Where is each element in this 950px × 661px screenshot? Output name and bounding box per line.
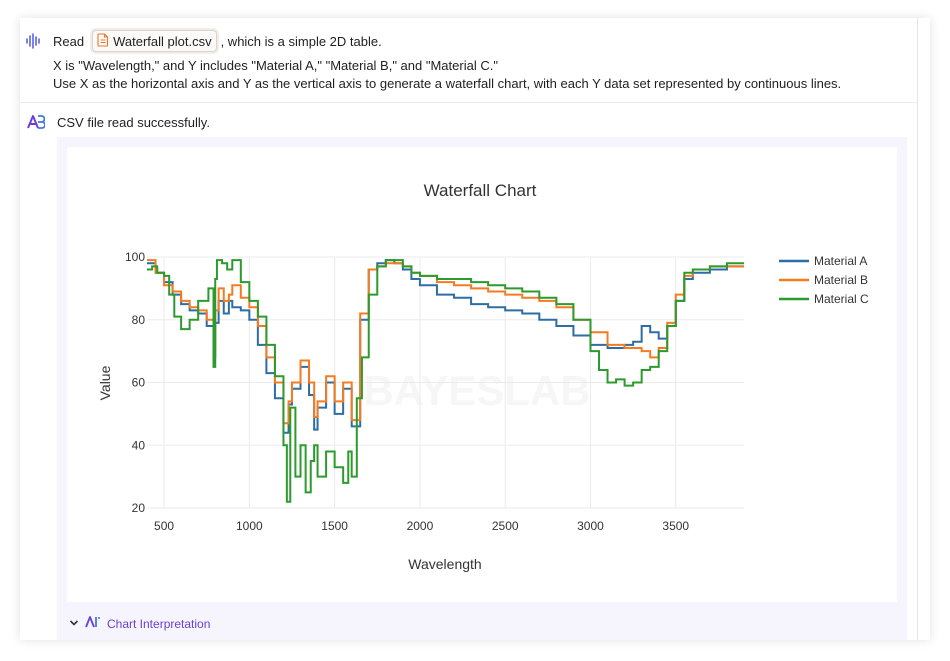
interpretation-label: Chart Interpretation	[107, 616, 211, 631]
y-tick-label: 40	[132, 438, 146, 452]
legend-item[interactable]: Material C	[779, 292, 869, 306]
x-tick-label: 1500	[321, 519, 348, 533]
x-tick-label: 1000	[236, 519, 263, 533]
read-suffix: , which is a simple 2D table.	[220, 33, 382, 49]
chart-area: BAYESLAB 500 1000 1500 2000 2500 3000 3500 20 40…	[67, 147, 897, 602]
assistant-status: CSV file read successfully.	[57, 115, 210, 130]
chart-title: Waterfall Chart	[424, 181, 537, 200]
read-prefix: Read	[53, 33, 85, 49]
y-axis-label: Value	[97, 365, 113, 400]
message-line-2: X is "Wavelength," and Y includes "Mater…	[53, 58, 498, 73]
chat-window: Read Waterfall plot.csv , which is a sim…	[20, 18, 930, 640]
user-message: Read Waterfall plot.csv , which is a sim…	[20, 18, 917, 102]
chevron-down-icon	[69, 617, 79, 631]
legend-item[interactable]: Material B	[779, 273, 868, 287]
x-tick-label: 2500	[492, 519, 519, 533]
file-attachment-chip[interactable]: Waterfall plot.csv	[92, 30, 217, 52]
chart-interpretation-toggle[interactable]: Chart Interpretation	[69, 616, 210, 631]
assistant-logo-icon	[27, 115, 46, 134]
chart-card: BAYESLAB 500 1000 1500 2000 2500 3000 3500 20 40…	[57, 137, 907, 640]
y-tick-label: 80	[132, 313, 146, 327]
legend-label: Material A	[814, 254, 867, 268]
y-tick-label: 20	[132, 501, 146, 515]
message-divider	[20, 102, 917, 103]
chart-watermark: BAYESLAB	[363, 367, 590, 414]
x-tick-label: 2000	[407, 519, 434, 533]
file-name: Waterfall plot.csv	[113, 33, 212, 49]
y-tick-label: 60	[132, 376, 146, 390]
legend-item[interactable]: Material A	[779, 254, 867, 268]
document-icon	[97, 32, 109, 50]
voice-waveform-icon	[25, 33, 41, 54]
legend-label: Material B	[814, 273, 868, 287]
waterfall-chart: BAYESLAB 500 1000 1500 2000 2500 3000 3500 20 40…	[97, 181, 869, 572]
x-tick-label: 3500	[662, 519, 689, 533]
y-tick-label: 100	[125, 250, 145, 264]
x-tick-label: 3000	[577, 519, 604, 533]
legend-label: Material C	[814, 292, 869, 306]
message-line-3: Use X as the horizontal axis and Y as th…	[53, 76, 842, 91]
x-tick-label: 500	[154, 519, 174, 533]
scrollbar-track[interactable]	[917, 18, 918, 640]
interpretation-logo-icon	[85, 616, 101, 631]
message-line-1: Read Waterfall plot.csv , which is a sim…	[53, 30, 382, 52]
x-axis-label: Wavelength	[408, 556, 481, 572]
